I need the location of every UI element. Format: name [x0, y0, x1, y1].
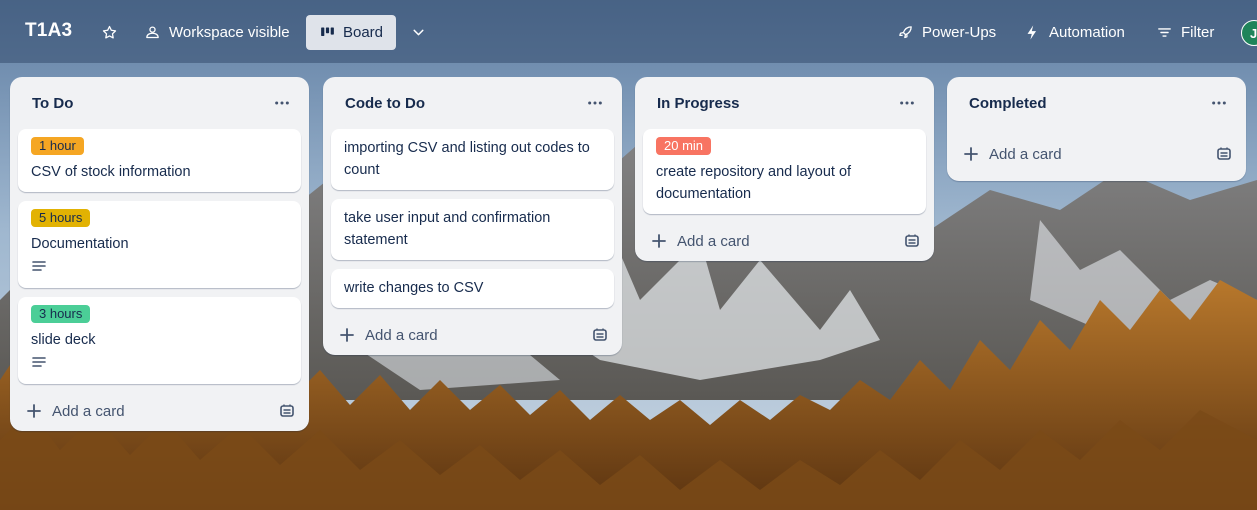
chevron-down-icon [412, 29, 424, 36]
time-label[interactable]: 3 hours [31, 305, 91, 323]
view-switcher-button[interactable] [404, 15, 432, 50]
list-in-progress: In Progress 20 min create repository and… [635, 77, 934, 261]
board-title[interactable]: T1A3 [25, 20, 72, 42]
board-view-icon [321, 27, 334, 37]
time-label[interactable]: 1 hour [31, 137, 84, 155]
card[interactable]: importing CSV and listing out codes to c… [331, 129, 614, 190]
list-header: Completed [955, 77, 1238, 129]
add-card-row: Add a card [955, 129, 1238, 181]
add-card-label: Add a card [52, 402, 125, 420]
rocket-icon [899, 26, 912, 39]
list-completed: Completed Add a card [947, 77, 1246, 181]
card-title: slide deck [31, 332, 96, 348]
list-to-do: To Do 1 hour CSV of stock information 5 … [10, 77, 309, 431]
card-template-icon[interactable] [904, 233, 920, 249]
filter-button[interactable]: Filter [1148, 15, 1222, 50]
workspace-visibility-button[interactable]: Workspace visible [136, 15, 298, 50]
add-card-row: Add a card [643, 221, 926, 261]
list-actions-button[interactable] [898, 94, 916, 112]
card[interactable]: 5 hours Documentation [18, 201, 301, 288]
plus-icon [27, 404, 41, 418]
filter-icon [1158, 28, 1171, 37]
add-card-row: Add a card [18, 391, 301, 431]
card-title: write changes to CSV [344, 280, 484, 296]
description-icon [32, 261, 46, 271]
list-title[interactable]: To Do [32, 95, 73, 112]
card[interactable]: 1 hour CSV of stock information [18, 129, 301, 192]
more-horizontal-icon [588, 101, 602, 105]
plus-icon [340, 328, 354, 342]
list-header: To Do [18, 77, 301, 129]
list-header: Code to Do [331, 77, 614, 129]
automation-button[interactable]: Automation [1016, 15, 1133, 50]
add-card-button[interactable]: Add a card [26, 403, 125, 420]
board-view-label: Board [342, 24, 384, 41]
board-header: T1A3 Workspace visible Board Power-Ups A… [0, 0, 1257, 63]
card-title: Documentation [31, 236, 129, 252]
avatar[interactable]: J [1241, 20, 1257, 46]
power-ups-label: Power-Ups [922, 24, 997, 41]
power-ups-button[interactable]: Power-Ups [889, 15, 1004, 50]
list-actions-button[interactable] [1210, 94, 1228, 112]
add-card-row: Add a card [331, 315, 614, 355]
more-horizontal-icon [900, 101, 914, 105]
add-card-label: Add a card [677, 232, 750, 250]
list-code-to-do: Code to Do importing CSV and listing out… [323, 77, 622, 355]
add-card-button[interactable]: Add a card [651, 233, 750, 250]
card-title: take user input and confirmation stateme… [344, 210, 551, 248]
workspace-visibility-label: Workspace visible [169, 24, 290, 41]
description-icon [32, 357, 46, 367]
plus-icon [964, 147, 978, 161]
card[interactable]: 20 min create repository and layout of d… [643, 129, 926, 214]
automation-label: Automation [1049, 24, 1125, 41]
list-actions-button[interactable] [273, 94, 291, 112]
list-actions-button[interactable] [586, 94, 604, 112]
people-icon [146, 26, 159, 39]
time-label[interactable]: 20 min [656, 137, 712, 155]
plus-icon [652, 234, 666, 248]
star-icon [102, 25, 116, 39]
card[interactable]: take user input and confirmation stateme… [331, 199, 614, 260]
list-title[interactable]: Completed [969, 95, 1047, 112]
board-view-button[interactable]: Board [306, 15, 396, 50]
add-card-label: Add a card [365, 326, 438, 344]
card[interactable]: 3 hours slide deck [18, 297, 301, 384]
card-title: create repository and layout of document… [656, 164, 852, 202]
card-title: CSV of stock information [31, 164, 191, 180]
more-horizontal-icon [1212, 101, 1226, 105]
time-label[interactable]: 5 hours [31, 209, 91, 227]
card-template-icon[interactable] [1216, 146, 1232, 162]
card-template-icon[interactable] [279, 403, 295, 419]
filter-label: Filter [1181, 24, 1215, 41]
star-board-button[interactable] [96, 15, 122, 50]
lightning-icon [1027, 25, 1037, 40]
list-title[interactable]: In Progress [657, 95, 740, 112]
list-header: In Progress [643, 77, 926, 129]
add-card-button[interactable]: Add a card [339, 327, 438, 344]
list-title[interactable]: Code to Do [345, 95, 425, 112]
more-horizontal-icon [275, 101, 289, 105]
card[interactable]: write changes to CSV [331, 269, 614, 308]
add-card-button[interactable]: Add a card [963, 146, 1062, 163]
card-title: importing CSV and listing out codes to c… [344, 140, 590, 178]
card-template-icon[interactable] [592, 327, 608, 343]
add-card-label: Add a card [989, 145, 1062, 163]
